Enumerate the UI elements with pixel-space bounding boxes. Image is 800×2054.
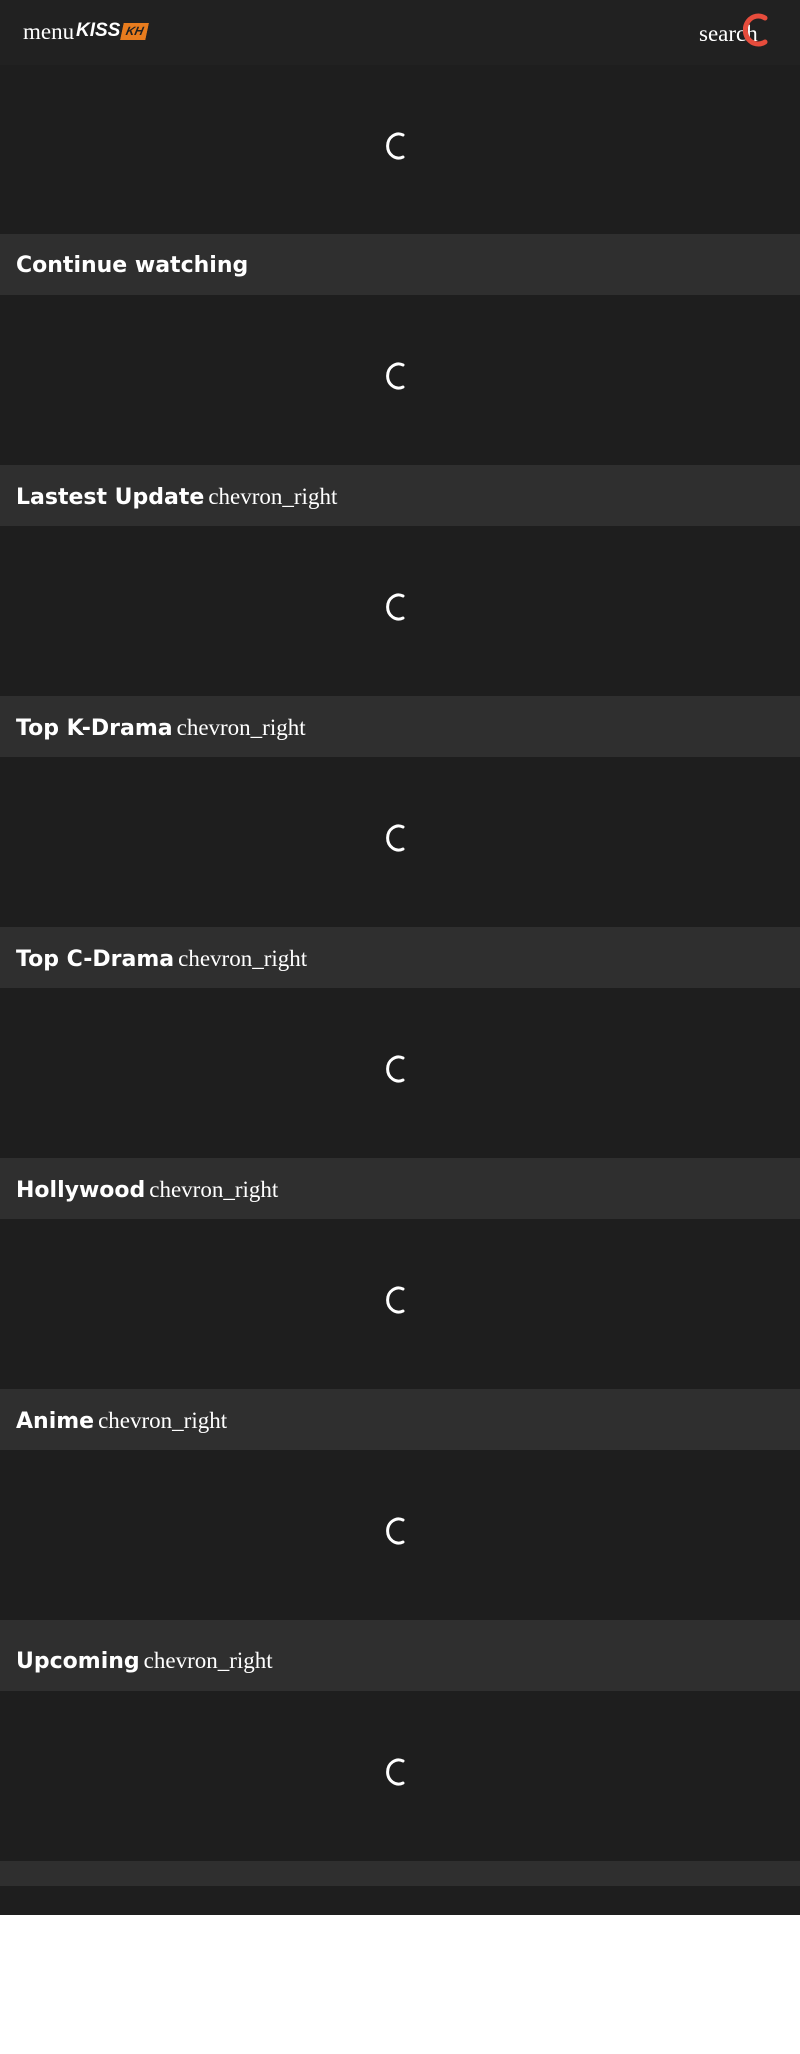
spinner-icon xyxy=(386,1055,405,1083)
app-container: menu KISS KH search Continue watching La… xyxy=(0,0,800,1915)
section-title-text[interactable]: Top K-Drama xyxy=(16,716,173,741)
loading-block xyxy=(0,65,800,235)
section-header: Lastest Update chevron_right xyxy=(0,465,800,526)
chevron-right-icon[interactable]: chevron_right xyxy=(208,484,337,509)
section-title: Upcoming chevron_right xyxy=(16,1648,273,1674)
loading-block xyxy=(0,988,800,1158)
section-title: Top C-Drama chevron_right xyxy=(16,946,307,972)
section-title-text[interactable]: Top C-Drama xyxy=(16,947,174,972)
spinner-icon xyxy=(386,1758,405,1786)
section-header: Hollywood chevron_right xyxy=(0,1158,800,1219)
section-title-text[interactable]: Anime xyxy=(16,1409,94,1434)
loading-block xyxy=(0,1691,800,1861)
section-title: Hollywood chevron_right xyxy=(16,1177,278,1203)
section-title: Anime chevron_right xyxy=(16,1408,227,1434)
section-header: Anime chevron_right xyxy=(0,1389,800,1450)
spinner-icon xyxy=(386,593,405,621)
section-title-text[interactable]: Hollywood xyxy=(16,1178,145,1203)
section-header: Continue watching xyxy=(0,234,800,295)
loading-block xyxy=(0,757,800,927)
section-title: Lastest Update chevron_right xyxy=(16,484,337,510)
spinner-icon xyxy=(386,1517,405,1545)
section-title-text[interactable]: Upcoming xyxy=(16,1649,140,1674)
loading-block xyxy=(0,1219,800,1389)
loading-block xyxy=(0,1450,800,1620)
spinner-icon xyxy=(386,362,405,390)
menu-icon[interactable]: menu xyxy=(23,19,74,45)
section-title-text[interactable]: Lastest Update xyxy=(16,485,204,510)
top-bar: menu KISS KH search xyxy=(0,0,800,65)
chevron-right-icon[interactable]: chevron_right xyxy=(178,946,307,971)
section-title-text: Continue watching xyxy=(16,253,249,278)
section-title: Top K-Drama chevron_right xyxy=(16,715,306,741)
section-header: Upcoming chevron_right xyxy=(0,1620,800,1691)
section-header: Top C-Drama chevron_right xyxy=(0,927,800,988)
chevron-right-icon[interactable]: chevron_right xyxy=(98,1408,227,1433)
logo-badge: KH xyxy=(120,22,150,40)
loading-block xyxy=(0,526,800,696)
section-title: Continue watching xyxy=(16,253,248,278)
chevron-right-icon[interactable]: chevron_right xyxy=(177,715,306,740)
loading-block xyxy=(0,295,800,465)
logo-brand-text: KISS xyxy=(76,20,121,41)
spinner-icon xyxy=(386,1286,405,1314)
footer-divider xyxy=(0,1861,800,1886)
site-logo[interactable]: KISS KH xyxy=(76,20,150,42)
spinner-icon xyxy=(386,824,405,852)
section-header: Top K-Drama chevron_right xyxy=(0,696,800,757)
chevron-right-icon[interactable]: chevron_right xyxy=(144,1648,273,1673)
spinner-icon xyxy=(386,132,405,160)
chevron-right-icon[interactable]: chevron_right xyxy=(149,1177,278,1202)
loading-spinner-icon xyxy=(743,13,768,47)
